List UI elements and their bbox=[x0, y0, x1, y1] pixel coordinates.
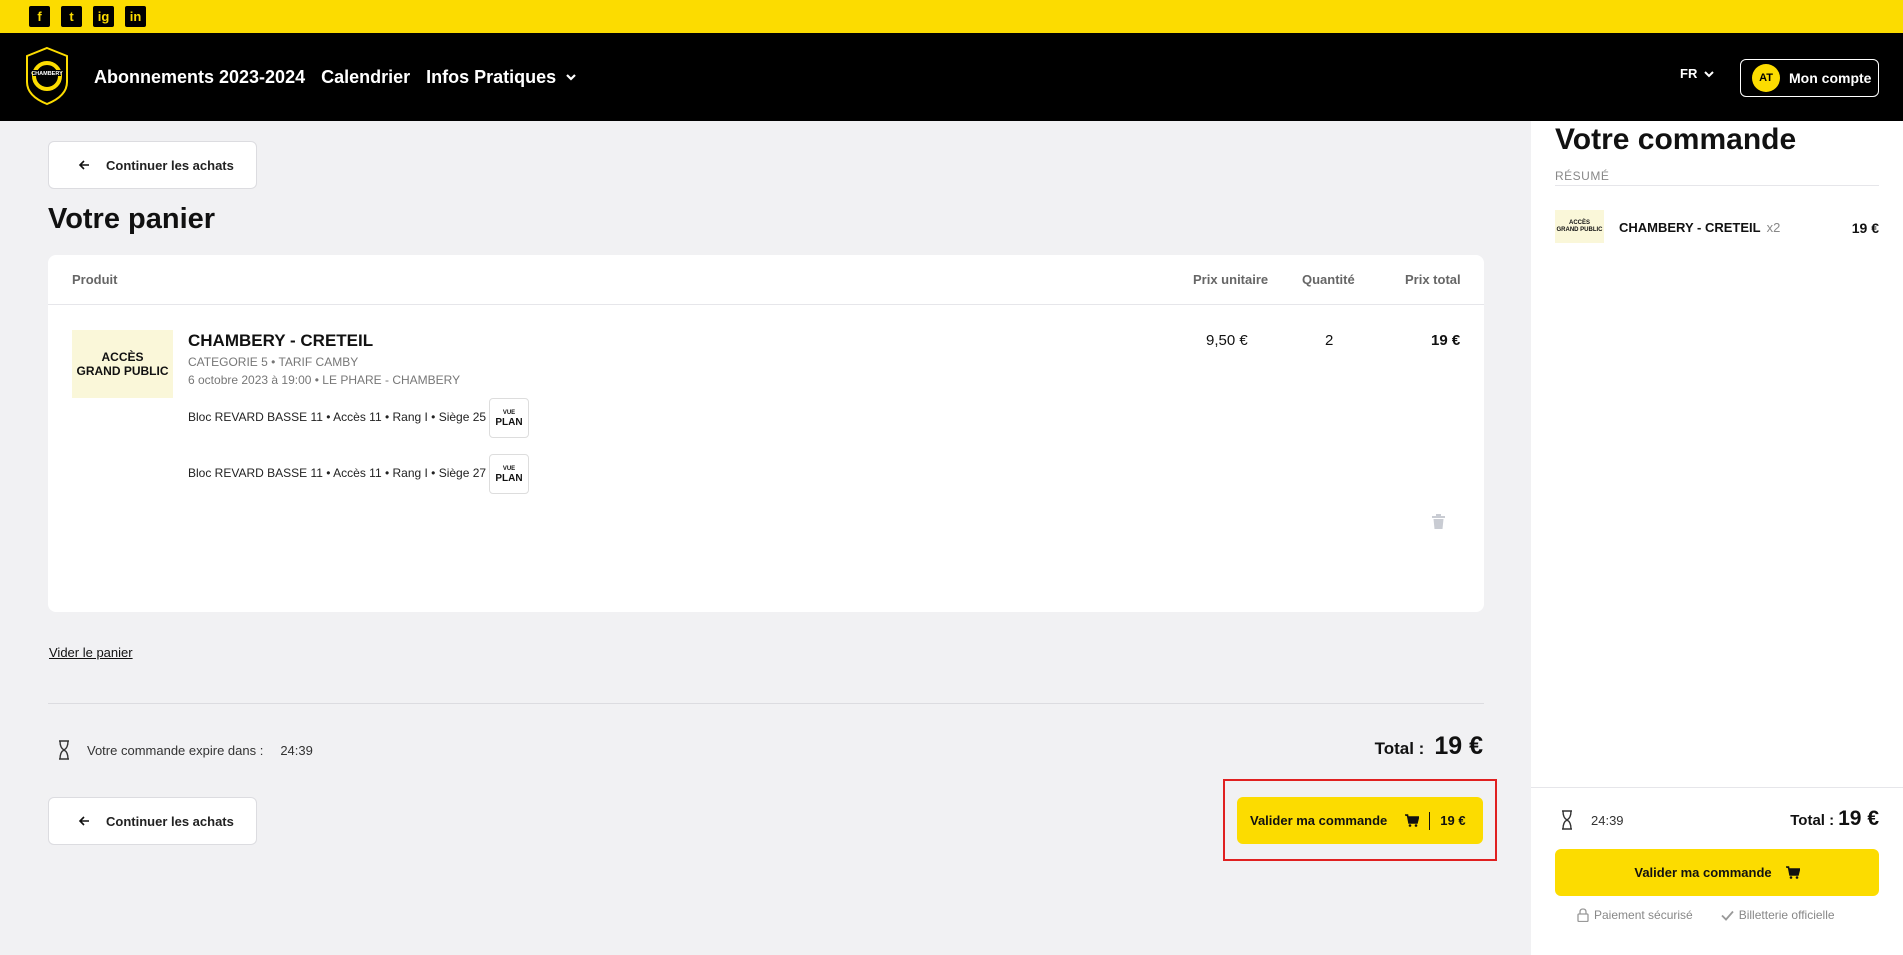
summary-item-price: 19 € bbox=[1851, 220, 1879, 236]
divider bbox=[48, 703, 1484, 704]
summary-total-value: 19 € bbox=[1838, 807, 1879, 830]
view-plan-button[interactable]: VUE PLAN bbox=[489, 398, 529, 438]
continue-shopping-label: Continuer les achats bbox=[106, 813, 234, 829]
site-header: CHAMBERY Abonnements 2023-2024 Calendrie… bbox=[0, 33, 1903, 121]
social-bar: f t ig in bbox=[0, 0, 1903, 33]
arrow-left-icon bbox=[78, 816, 89, 826]
cart-icon bbox=[1405, 814, 1420, 827]
quantity: 2 bbox=[1325, 332, 1334, 349]
arrow-left-icon bbox=[78, 160, 89, 170]
secure-payment-label: Paiement sécurisé bbox=[1594, 908, 1693, 922]
summary-validate-button[interactable]: Valider ma commande bbox=[1555, 849, 1879, 896]
avatar: AT bbox=[1752, 64, 1780, 92]
summary-total-label: Total : bbox=[1790, 812, 1835, 829]
cart-total: Total : 19 € bbox=[1375, 732, 1483, 761]
product-name: CHAMBERY - CRETEIL bbox=[188, 331, 374, 350]
view-plan-big: PLAN bbox=[495, 417, 523, 428]
col-quantity: Quantité bbox=[1302, 272, 1355, 287]
check-icon bbox=[1721, 910, 1734, 921]
nav-infos-pratiques[interactable]: Infos Pratiques bbox=[426, 67, 578, 88]
separator bbox=[1429, 811, 1431, 830]
page-title: Votre panier bbox=[48, 203, 216, 235]
chambery-logo[interactable]: CHAMBERY bbox=[24, 46, 70, 106]
line-total: 19 € bbox=[1431, 332, 1461, 349]
instagram-icon[interactable]: ig bbox=[93, 6, 114, 27]
seat-line: Bloc REVARD BASSE 11 • Accès 11 • Rang I… bbox=[188, 410, 487, 424]
language-label: FR bbox=[1680, 66, 1698, 81]
nav-infos-label: Infos Pratiques bbox=[426, 66, 557, 87]
col-unit-price: Prix unitaire bbox=[1193, 272, 1269, 287]
product-date-place: 6 octobre 2023 à 19:00 • LE PHARE - CHAM… bbox=[188, 373, 461, 387]
divider bbox=[1555, 185, 1879, 186]
product-thumbnail: ACCÈS GRAND PUBLIC bbox=[72, 330, 173, 398]
official-ticketing-label: Billetterie officielle bbox=[1738, 908, 1835, 922]
summary-item-name: CHAMBERY - CRETEIL bbox=[1619, 220, 1761, 235]
secure-payment-badge: Paiement sécurisé bbox=[1577, 908, 1693, 922]
chevron-down-icon bbox=[1704, 70, 1715, 77]
view-plan-button[interactable]: VUE PLAN bbox=[489, 454, 529, 494]
main-nav: Abonnements 2023-2024 Calendrier Infos P… bbox=[94, 33, 578, 121]
trash-icon[interactable] bbox=[1432, 514, 1445, 529]
account-button[interactable]: AT Mon compte bbox=[1740, 59, 1879, 97]
thumb-line-1: ACCÈS bbox=[101, 350, 144, 364]
summary-title: Votre commande bbox=[1555, 123, 1797, 156]
validate-order-button[interactable]: Valider ma commande 19 € bbox=[1237, 797, 1483, 844]
summary-total: Total : 19 € bbox=[1790, 807, 1879, 831]
summary-validate-label: Valider ma commande bbox=[1634, 865, 1772, 880]
hourglass-icon bbox=[1562, 810, 1572, 830]
nav-abonnements[interactable]: Abonnements 2023-2024 bbox=[94, 67, 305, 88]
expire-label: Votre commande expire dans : bbox=[87, 742, 264, 758]
validate-price: 19 € bbox=[1440, 813, 1466, 828]
svg-text:CHAMBERY: CHAMBERY bbox=[31, 71, 63, 77]
summary-timer: 24:39 bbox=[1561, 810, 1624, 830]
continue-shopping-button-top[interactable]: Continuer les achats bbox=[48, 141, 257, 189]
summary-item: CHAMBERY - CRETEIL x2 bbox=[1619, 220, 1780, 235]
summary-timer-value: 24:39 bbox=[1591, 812, 1624, 828]
continue-shopping-label: Continuer les achats bbox=[106, 157, 234, 173]
product-category: CATEGORIE 5 • TARIF CAMBY bbox=[188, 355, 359, 369]
twitter-icon[interactable]: t bbox=[61, 6, 82, 27]
total-label: Total : bbox=[1374, 739, 1425, 758]
cart-icon bbox=[1785, 866, 1800, 879]
hourglass-icon bbox=[59, 740, 69, 760]
cart-table-header: Produit Prix unitaire Quantité Prix tota… bbox=[48, 255, 1484, 305]
summary-subtitle: RÉSUMÉ bbox=[1555, 169, 1610, 183]
lock-icon bbox=[1577, 908, 1589, 922]
empty-cart-link[interactable]: Vider le panier bbox=[49, 645, 133, 660]
cart-table: Produit Prix unitaire Quantité Prix tota… bbox=[48, 255, 1484, 612]
trust-badges: Paiement sécurisé Billetterie officielle bbox=[1577, 908, 1835, 922]
thumb-line-1: ACCÈS bbox=[1568, 219, 1590, 226]
nav-calendrier[interactable]: Calendrier bbox=[321, 67, 410, 88]
continue-shopping-button-bottom[interactable]: Continuer les achats bbox=[48, 797, 257, 845]
divider bbox=[1531, 787, 1903, 788]
thumb-line-2: GRAND PUBLIC bbox=[1556, 226, 1603, 233]
order-summary-sidebar: Votre commande RÉSUMÉ ACCÈS GRAND PUBLIC … bbox=[1531, 121, 1903, 955]
validate-label: Valider ma commande bbox=[1250, 813, 1388, 828]
language-selector[interactable]: FR bbox=[1680, 66, 1715, 81]
facebook-icon[interactable]: f bbox=[29, 6, 50, 27]
chevron-down-icon bbox=[566, 74, 576, 81]
linkedin-icon[interactable]: in bbox=[125, 6, 146, 27]
view-plan-big: PLAN bbox=[495, 473, 523, 484]
expire-timer: Votre commande expire dans : 24:39 bbox=[58, 740, 313, 760]
official-ticketing-badge: Billetterie officielle bbox=[1721, 908, 1835, 922]
unit-price: 9,50 € bbox=[1206, 332, 1248, 349]
thumb-line-2: GRAND PUBLIC bbox=[76, 364, 169, 378]
col-total-price: Prix total bbox=[1405, 272, 1461, 287]
col-product: Produit bbox=[72, 272, 118, 287]
summary-item-qty: x2 bbox=[1766, 220, 1781, 235]
seat-line: Bloc REVARD BASSE 11 • Accès 11 • Rang I… bbox=[188, 466, 487, 480]
account-label: Mon compte bbox=[1789, 70, 1872, 86]
summary-thumbnail: ACCÈS GRAND PUBLIC bbox=[1555, 210, 1604, 243]
total-value: 19 € bbox=[1434, 732, 1483, 760]
expire-time: 24:39 bbox=[280, 742, 313, 758]
